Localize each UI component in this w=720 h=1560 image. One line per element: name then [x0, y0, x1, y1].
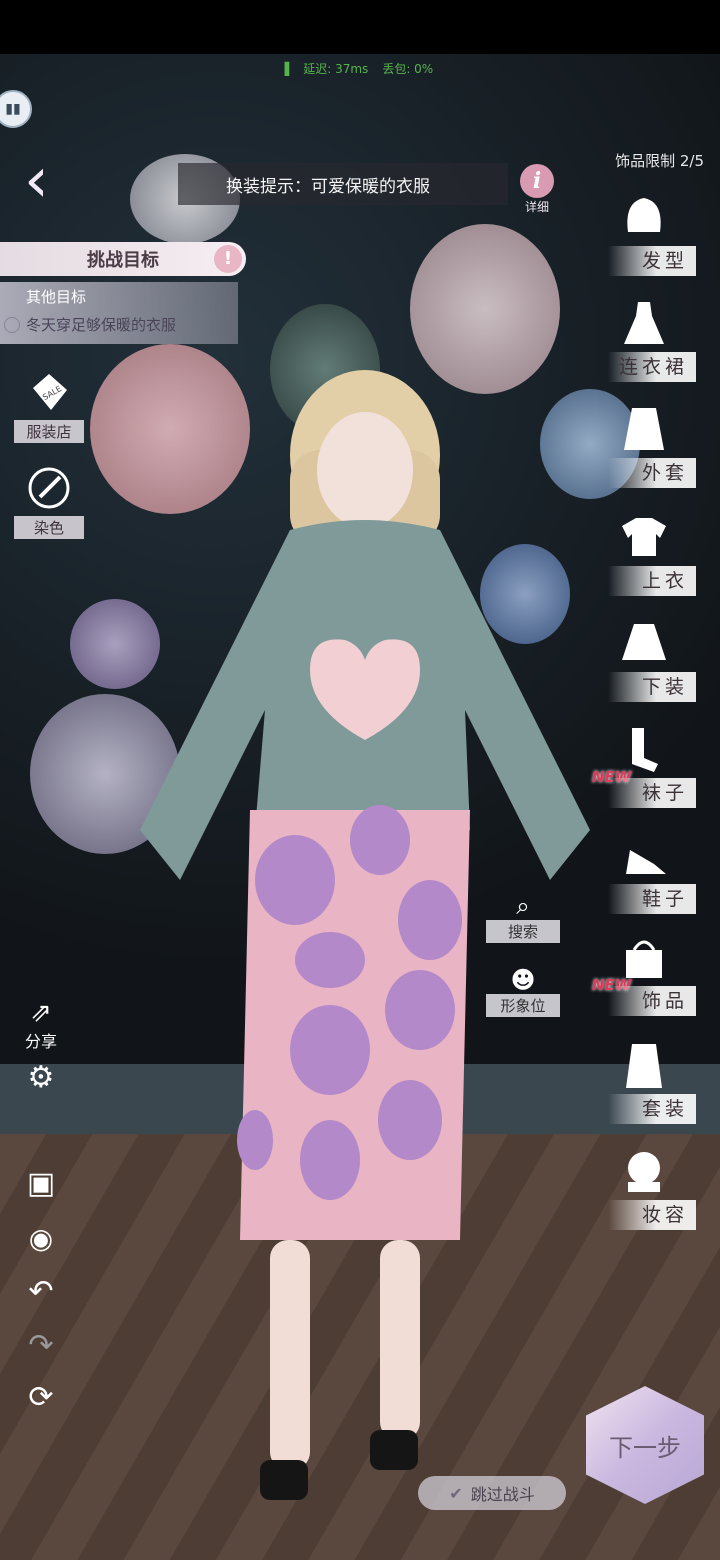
share-icon: ⇗	[30, 998, 52, 1028]
skip-battle-button[interactable]: ✔ 跳过战斗	[418, 1476, 566, 1510]
top-black-bar	[0, 0, 720, 54]
chat-icon: ▮▮	[5, 101, 21, 117]
eye-icon: ◉	[28, 1222, 54, 1255]
category-label: 饰品	[608, 986, 696, 1016]
category-accessories[interactable]: NEW 饰品	[592, 932, 696, 1020]
search-button[interactable]: ⌕ 搜索	[486, 892, 560, 943]
category-coat[interactable]: 外套	[600, 404, 696, 492]
search-label: 搜索	[486, 920, 560, 943]
undo-button[interactable]: ↶	[16, 1274, 66, 1309]
accessory-limit: 饰品限制 2/5	[615, 152, 704, 170]
gear-icon: ⚙	[27, 1060, 55, 1095]
image-icon: ▣	[26, 1166, 56, 1201]
hair-icon	[627, 198, 661, 232]
image-slot-label: 形象位	[486, 994, 560, 1017]
category-label: 妆容	[608, 1200, 696, 1230]
settings-button[interactable]: ⚙	[16, 1060, 66, 1095]
reset-button[interactable]: ⟳	[16, 1380, 66, 1415]
challenge-title: 挑战目标	[87, 250, 159, 271]
challenge-goal-header[interactable]: 挑战目标 !	[0, 242, 246, 276]
goal-item: 冬天穿足够保暖的衣服	[4, 314, 176, 335]
coat-icon	[624, 408, 664, 450]
heels-icon	[626, 850, 666, 874]
category-makeup[interactable]: 妆容	[600, 1146, 696, 1234]
category-label: 发型	[608, 246, 696, 276]
portrait-icon: ☻	[510, 966, 536, 994]
category-bottoms[interactable]: 下装	[600, 618, 696, 706]
check-icon: ✔	[449, 1483, 463, 1503]
category-label: 上衣	[608, 566, 696, 596]
category-shoes[interactable]: 鞋子	[600, 830, 696, 918]
category-label: 外套	[608, 458, 696, 488]
dye-label: 染色	[14, 516, 84, 539]
redo-icon: ↷	[28, 1328, 54, 1363]
back-button[interactable]: ‹	[24, 149, 74, 220]
category-hairstyle[interactable]: 发型	[600, 192, 696, 280]
palette-icon	[25, 464, 73, 512]
other-goals-title: 其他目标	[26, 288, 87, 306]
signal-icon: ▐	[280, 62, 290, 76]
skip-label: 跳过战斗	[470, 1485, 535, 1504]
hint-text: 换装提示：可爱保暖的衣服	[226, 176, 430, 197]
category-socks[interactable]: NEW 袜子	[592, 724, 696, 812]
goal-checkbox-icon	[4, 316, 20, 333]
back-arrow-icon: ‹	[24, 143, 49, 216]
visibility-button[interactable]: ◉	[16, 1222, 66, 1255]
makeup-icon	[628, 1152, 660, 1192]
detail-button[interactable]: i 详细	[515, 164, 559, 220]
share-button[interactable]: ⇗ 分享	[16, 998, 66, 1052]
share-label: 分享	[24, 1032, 57, 1051]
shop-label: 服装店	[14, 420, 84, 443]
category-top[interactable]: 上衣	[600, 512, 696, 600]
other-goals-panel: 其他目标 冬天穿足够保暖的衣服	[0, 282, 238, 344]
category-label: 套装	[608, 1094, 696, 1124]
network-status: ▐ 延迟: 37ms 丢包: 0%	[280, 60, 447, 77]
undo-icon: ↶	[28, 1274, 54, 1309]
category-dress[interactable]: 连衣裙	[600, 298, 696, 386]
clothing-shop-button[interactable]: SALE 服装店	[14, 368, 84, 443]
refresh-icon: ⟳	[28, 1380, 54, 1415]
latency-text: 延迟: 37ms	[303, 62, 369, 76]
photo-button[interactable]: ▣	[16, 1166, 66, 1201]
redo-button[interactable]: ↷	[16, 1328, 66, 1363]
goal-text: 冬天穿足够保暖的衣服	[26, 316, 177, 334]
face	[317, 412, 413, 528]
skirt-icon	[622, 624, 666, 660]
detail-label: 详细	[524, 200, 549, 214]
dress-icon	[624, 302, 664, 344]
category-label: 鞋子	[608, 884, 696, 914]
packet-loss-text: 丢包: 0%	[382, 62, 434, 76]
info-icon: i	[520, 164, 554, 198]
category-label: 连衣裙	[608, 352, 696, 382]
search-icon: ⌕	[516, 892, 530, 920]
category-label: 下装	[608, 672, 696, 702]
top-icon	[622, 518, 666, 556]
dye-button[interactable]: 染色	[14, 464, 84, 539]
alert-icon: !	[214, 245, 242, 273]
dress-hint-banner: 换装提示：可爱保暖的衣服	[178, 163, 508, 205]
next-step-label: 下一步	[609, 1433, 681, 1462]
category-label: 袜子	[608, 778, 696, 808]
image-slot-button[interactable]: ☻ 形象位	[486, 966, 560, 1017]
sale-tag-icon: SALE	[25, 368, 73, 416]
category-suits[interactable]: 套装	[600, 1040, 696, 1128]
suit-icon	[626, 1044, 662, 1088]
